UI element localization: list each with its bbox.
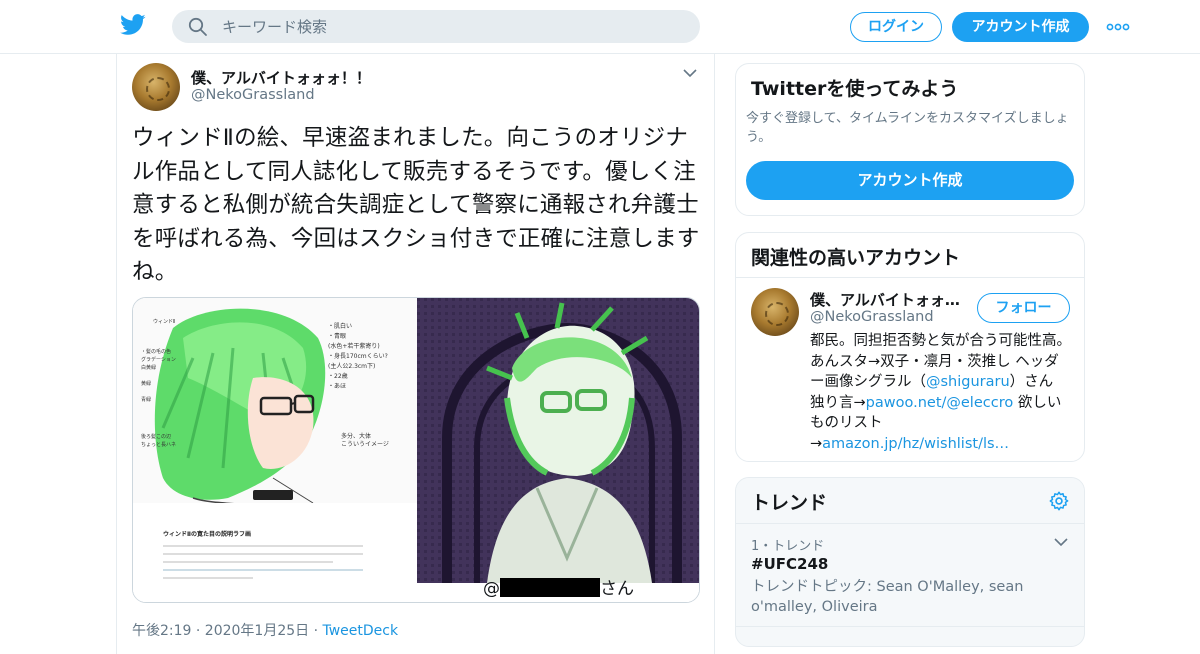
svg-text:こういうイメージ: こういうイメージ [341,441,389,448]
svg-text:グラデーション: グラデーション [141,356,176,363]
search-icon [188,17,207,36]
related-account-handle[interactable]: @NekoGrassland [810,309,934,325]
trend-topic: トレンドトピック: Sean O'Malley, sean o'malley, … [751,579,1024,615]
bio-pawoo-link[interactable]: pawoo.net/@eleccro [866,395,1014,411]
svg-text:青緑: 青緑 [141,396,151,403]
chevron-down-icon[interactable] [1054,537,1068,547]
svg-text:・青眼: ・青眼 [328,332,346,340]
svg-text:(主人公2.3cm下): (主人公2.3cm下) [328,362,375,370]
divider [736,626,1084,627]
avatar[interactable] [751,288,799,336]
svg-text:ウィンドⅡの寛た目の説明ラフ画: ウィンドⅡの寛た目の説明ラフ画 [163,530,251,538]
login-button[interactable]: ログイン [850,12,942,42]
bio-wishlist-link[interactable]: amazon.jp/hz/wishlist/ls… [822,436,1009,452]
gear-icon[interactable] [1048,490,1070,512]
top-bar: ログイン アカウント作成 [0,0,1200,54]
signup-card-button[interactable]: アカウント作成 [746,161,1074,200]
trends-title: トレンド [751,492,828,514]
follow-button[interactable]: フォロー [977,293,1070,323]
signup-card: Twitterを使ってみよう 今すぐ登録して、タイムラインをカスタマイズしましょ… [735,63,1085,216]
svg-text:ちょっと長ハネ: ちょっと長ハネ [141,442,176,448]
related-account-bio: 都民。同担拒否勢と気が合う可能性高。あんスタ→双子・凛月・茨推し ヘッダー画像シ… [810,333,1071,452]
svg-text:黄緑: 黄緑 [141,380,151,387]
related-account-name[interactable]: 僕、アルバイトォォォ！！ [810,289,970,310]
tweet-column: 僕、アルバイトォォォ！！ @NekoGrassland ウィンドⅡの絵、早速盗ま… [116,54,715,654]
signup-button[interactable]: アカウント作成 [952,12,1089,42]
avatar[interactable] [132,63,180,111]
svg-text:・身長170cmくらい?: ・身長170cmくらい? [328,352,388,360]
bio-mention-link[interactable]: @shiguraru [926,374,1010,390]
trend-meta: 1・トレンド [751,539,825,554]
media-left-image: ・肌白い ・青眼 (水色+若干紫寄り) ・身長170cmくらい? (主人公2.3… [133,298,417,602]
related-card-title: 関連性の高いアカウント [751,247,961,269]
author-name[interactable]: 僕、アルバイトォォォ！！ [191,67,371,88]
tweet-media[interactable]: ・肌白い ・青眼 (水色+若干紫寄り) ・身長170cmくらい? (主人公2.3… [132,297,700,603]
svg-text:・22歳: ・22歳 [328,372,348,380]
divider [736,523,1084,524]
signup-card-subtitle: 今すぐ登録して、タイムラインをカスタマイズしましょう。 [746,111,1069,145]
svg-text:多分、大体: 多分、大体 [341,432,371,440]
search-input[interactable] [222,10,682,43]
svg-text:・肌白い: ・肌白い [328,322,352,330]
divider [736,277,1084,278]
trend-tag[interactable]: #UFC248 [751,555,828,573]
svg-text:・あほ: ・あほ [328,383,346,390]
svg-text:(水色+若干紫寄り): (水色+若干紫寄り) [328,342,380,350]
signup-card-title: Twitterを使ってみよう [751,78,959,100]
author-handle[interactable]: @NekoGrassland [191,87,315,103]
redaction-bar [500,578,600,597]
related-accounts-card: 関連性の高いアカウント 僕、アルバイトォォォ！！ @NekoGrassland … [735,232,1085,462]
svg-text:後ろ髪この辺: 後ろ髪この辺 [141,433,171,440]
more-dots-icon[interactable] [1106,18,1130,36]
chevron-down-icon[interactable] [683,68,697,78]
twitter-bird-icon[interactable] [120,14,146,36]
tweet-source-link[interactable]: TweetDeck [323,623,399,639]
tweet-date: 午後2:19 · 2020年1月25日 · TweetDeck [132,623,399,639]
svg-text:白黄緑: 白黄緑 [141,364,156,371]
tweet-text: ウィンドⅡの絵、早速盗まれました。向こうのオリジナル作品として同人誌化して販売す… [132,125,700,285]
trends-card: トレンド 1・トレンド #UFC248 トレンドトピック: Sean O'Mal… [735,477,1085,647]
media-right-image [417,298,699,602]
svg-text:ウィンドⅡ: ウィンドⅡ [153,318,175,325]
search-bar[interactable] [172,10,700,43]
svg-text:・髪の毛の色: ・髪の毛の色 [141,348,171,355]
media-caption: @ さん [483,578,634,599]
